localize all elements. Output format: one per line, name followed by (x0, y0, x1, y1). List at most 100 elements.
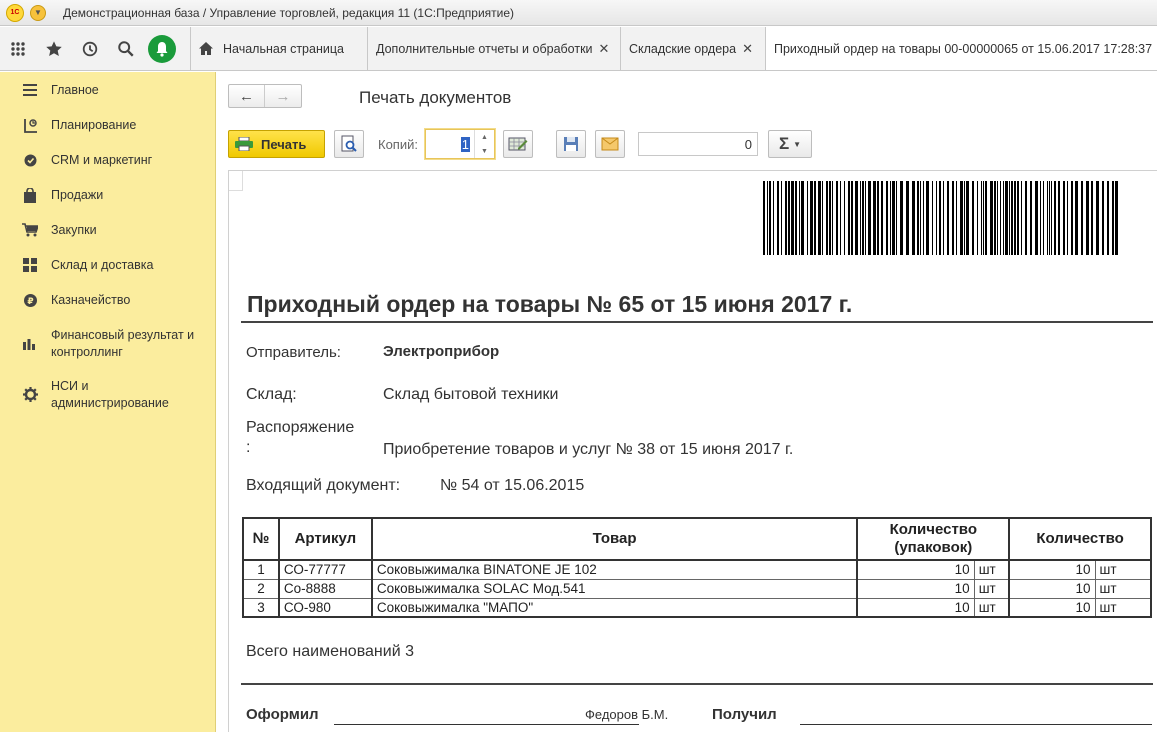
received-by-label: Получил (712, 706, 777, 723)
save-button[interactable] (556, 130, 586, 158)
warehouse-value: Склад бытовой техники (383, 386, 559, 403)
sidebar-item-label: Склад и доставка (51, 258, 154, 272)
sidebar-item-label: Продажи (51, 188, 104, 202)
cell-unit: шт (1094, 597, 1152, 618)
planning-icon (21, 117, 39, 133)
cell-qty: 10 (1008, 578, 1096, 598)
sidebar-item-financial-result[interactable]: Финансовый результат и контроллинг (0, 327, 216, 361)
sidebar-item-warehouse[interactable]: Склад и доставка (0, 257, 216, 274)
sidebar-item-purchases[interactable]: Закупки (0, 222, 216, 239)
cell-article: Со-8888 (277, 578, 373, 598)
sidebar-item-main[interactable]: Главное (0, 82, 216, 99)
printed-document[interactable]: Приходный ордер на товары № 65 от 15 июн… (228, 170, 1157, 732)
order-label: Распоряжение (246, 419, 355, 436)
tab-warehouse-orders[interactable]: Складские ордера ✕ (620, 27, 765, 70)
sender-label: Отправитель: (246, 344, 341, 361)
tab-home[interactable]: Начальная страница (190, 27, 367, 70)
floppy-disk-icon (564, 137, 578, 151)
sidebar-item-treasury[interactable]: ₽ Казначейство (0, 292, 216, 309)
print-button[interactable]: Печать (228, 130, 325, 158)
tab-label: Дополнительные отчеты и обработки (376, 41, 593, 56)
apps-grid-icon[interactable] (0, 27, 36, 71)
bag-icon (21, 187, 39, 203)
barcode-image (763, 181, 1118, 255)
cell-unit-packs: шт (973, 578, 1011, 598)
col-header-article: Артикул (277, 517, 373, 561)
sidebar-item-label: Закупки (51, 223, 97, 237)
col-header-qty-packs: Количество (упаковок) (856, 517, 1011, 561)
chevron-down-icon: ▼ (793, 139, 802, 149)
tab-label: Начальная страница (223, 41, 344, 56)
cell-qty: 10 (1008, 559, 1096, 579)
cell-qty-packs: 10 (856, 597, 975, 618)
sheet-corner (229, 171, 243, 191)
close-icon[interactable]: ✕ (599, 41, 610, 57)
sidebar-item-label: CRM и маркетинг (51, 153, 153, 167)
svg-text:₽: ₽ (27, 297, 33, 307)
cell-number: 1 (242, 559, 280, 579)
warehouse-icon (21, 257, 39, 273)
edit-table-icon (508, 137, 528, 151)
menu-icon (21, 82, 39, 98)
preview-button[interactable] (334, 130, 364, 158)
send-email-button[interactable] (595, 130, 625, 158)
table-row: 3 СО-980 Соковыжималка "МАПО" 10 шт 10 ш… (242, 597, 1152, 618)
sum-field[interactable]: 0 (638, 132, 758, 156)
sidebar-item-admin[interactable]: НСИ и администрирование (0, 378, 216, 412)
main-area: ← → Печать документов Печать Копий: 1 ▲ ▼… (217, 72, 1157, 732)
cell-article: СО-77777 (277, 559, 373, 579)
notifications-bell-icon[interactable] (144, 27, 180, 71)
main-menu-button[interactable]: ▼ (30, 4, 46, 21)
table-header-row: № Артикул Товар Количество (упаковок) Ко… (242, 517, 1152, 561)
issued-signature-line (334, 724, 639, 725)
crm-icon (21, 152, 39, 168)
stepper-down-icon[interactable]: ▼ (481, 148, 488, 155)
form-title: Печать документов (359, 88, 512, 107)
tab-receipt-order[interactable]: Приходный ордер на товары 00-00000065 от… (765, 27, 1157, 70)
title-bar: 1С ▼ Демонстрационная база / Управление … (0, 0, 1157, 26)
divider (241, 683, 1153, 685)
col-header-number: № (242, 517, 280, 561)
sidebar-item-crm[interactable]: CRM и маркетинг (0, 152, 216, 169)
divider (241, 321, 1153, 323)
forward-arrow-icon[interactable]: → (265, 85, 301, 107)
sum-mode-dropdown[interactable]: Σ ▼ (768, 130, 812, 158)
close-icon[interactable]: ✕ (742, 41, 753, 57)
chart-icon (21, 335, 39, 351)
tab-additional-reports[interactable]: Дополнительные отчеты и обработки ✕ (367, 27, 620, 70)
stepper-up-icon[interactable]: ▲ (481, 134, 488, 141)
history-icon[interactable] (72, 27, 108, 71)
search-icon[interactable] (108, 27, 144, 71)
sidebar-item-sales[interactable]: Продажи (0, 187, 216, 204)
cell-product: Соковыжималка SOLAC Мод.541 (370, 578, 859, 598)
copies-value: 1 (460, 137, 470, 152)
incoming-doc-value: № 54 от 15.06.2015 (440, 477, 585, 494)
home-icon (199, 42, 213, 55)
cell-number: 3 (242, 597, 280, 618)
warehouse-label: Склад: (246, 386, 297, 403)
cell-product: Соковыжималка "МАПО" (370, 597, 859, 618)
section-toolbar: Начальная страница Дополнительные отчеты… (0, 27, 1157, 71)
sidebar-item-label: НСИ и администрирование (51, 379, 169, 410)
sidebar-item-label: Главное (51, 83, 99, 97)
sidebar-item-label: Казначейство (51, 293, 131, 307)
copies-stepper[interactable]: ▲ ▼ (474, 130, 494, 158)
table-row: 1 СО-77777 Соковыжималка BINATONE JE 102… (242, 559, 1152, 579)
back-arrow-icon[interactable]: ← (229, 85, 266, 107)
preview-icon (341, 135, 357, 152)
order-label-colon: : (246, 439, 251, 456)
cell-qty-packs: 10 (856, 559, 975, 579)
tab-label: Складские ордера (629, 41, 737, 56)
copies-input[interactable]: 1 ▲ ▼ (425, 129, 495, 159)
favorites-star-icon[interactable] (36, 27, 72, 71)
1c-logo-icon[interactable]: 1С (6, 3, 24, 22)
cart-icon (21, 222, 39, 238)
cell-unit: шт (1094, 578, 1152, 598)
items-table: № Артикул Товар Количество (упаковок) Ко… (242, 517, 1152, 618)
sidebar-item-planning[interactable]: Планирование (0, 117, 216, 134)
document-title: Приходный ордер на товары № 65 от 15 июн… (247, 291, 853, 317)
envelope-icon (601, 137, 619, 151)
sender-value: Электроприбор (383, 343, 500, 360)
gear-icon (21, 386, 39, 402)
edit-document-button[interactable] (503, 130, 533, 158)
